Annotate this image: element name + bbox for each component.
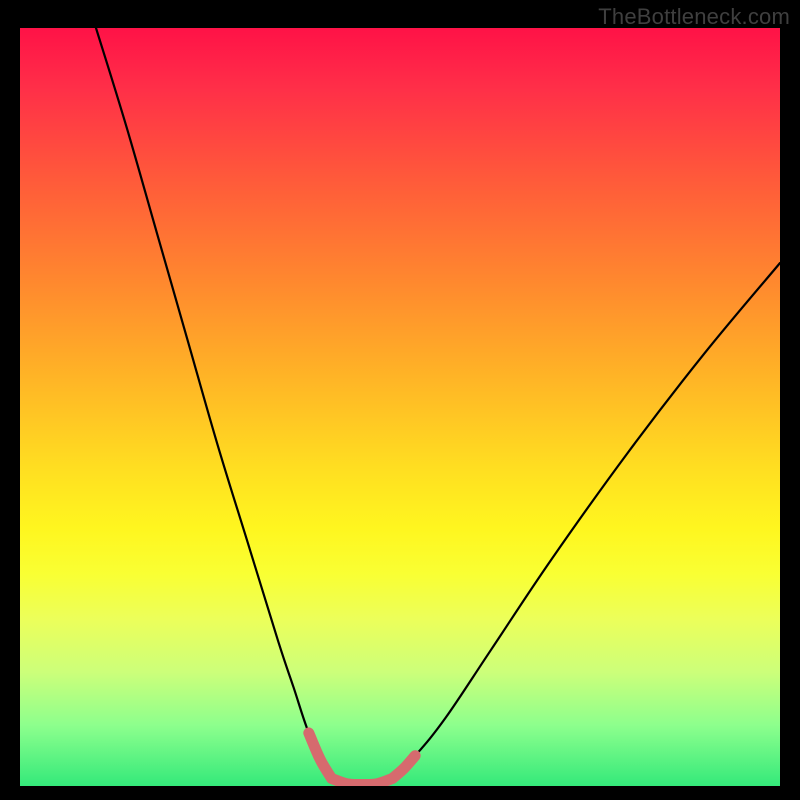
watermark-text: TheBottleneck.com (598, 4, 790, 30)
plot-wrapper (20, 28, 780, 786)
chart-frame: TheBottleneck.com (0, 0, 800, 800)
left-curve (96, 28, 332, 778)
highlight-floor (332, 778, 393, 784)
highlight-right-tip (392, 756, 415, 779)
right-curve (392, 263, 780, 778)
curve-layer (20, 28, 780, 786)
highlight-left-tip (309, 733, 332, 778)
